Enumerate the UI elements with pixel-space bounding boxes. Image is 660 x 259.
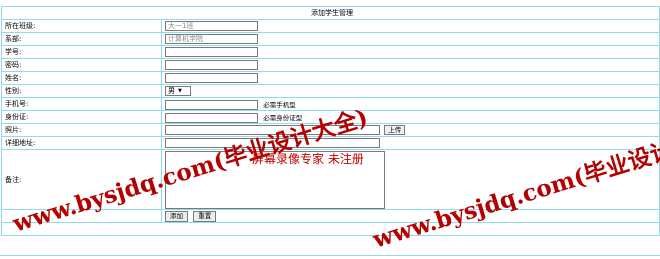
address-label: 详细地址:: [1, 136, 162, 150]
id-card-label: 身份证:: [1, 110, 162, 124]
dept-input[interactable]: [165, 34, 258, 44]
note-label: 备注:: [1, 149, 162, 210]
address-input[interactable]: [165, 138, 380, 148]
id-card-hint: 必需身份证型: [263, 113, 303, 122]
reset-button[interactable]: 重置: [193, 210, 217, 222]
class-label: 所在班级:: [1, 19, 162, 33]
password-label: 密码:: [1, 58, 162, 72]
id-card-input[interactable]: [165, 112, 258, 123]
photo-label: 照片:: [1, 123, 162, 137]
name-input[interactable]: [165, 73, 258, 83]
add-button[interactable]: 添加: [165, 210, 188, 222]
phone-input[interactable]: [165, 99, 258, 110]
name-label: 姓名:: [1, 71, 162, 85]
bottom-divider: [0, 255, 660, 256]
page: 添加学生管理 所在班级: 系部: 学号: 密码: 姓名: 性别: 男: [0, 0, 660, 259]
gender-select[interactable]: 男 ▼: [165, 86, 191, 96]
chevron-down-icon: ▼: [178, 88, 182, 94]
gender-selected-value: 男: [168, 87, 175, 95]
gender-label: 性别:: [1, 84, 162, 98]
form-title: 添加学生管理: [1, 6, 660, 20]
photo-input[interactable]: [165, 125, 380, 135]
phone-label: 手机号:: [1, 97, 162, 111]
password-input[interactable]: [165, 60, 258, 70]
student-no-label: 学号:: [1, 45, 162, 59]
add-student-form: 添加学生管理 所在班级: 系部: 学号: 密码: 姓名: 性别: 男: [1, 6, 660, 236]
form-footer-row: [1, 222, 660, 236]
phone-hint: 必需手机型: [263, 100, 296, 109]
note-textarea[interactable]: [165, 151, 385, 209]
upload-button[interactable]: 上传: [384, 125, 406, 135]
class-input[interactable]: [165, 21, 258, 31]
dept-label: 系部:: [1, 32, 162, 46]
student-no-input[interactable]: [165, 47, 258, 57]
